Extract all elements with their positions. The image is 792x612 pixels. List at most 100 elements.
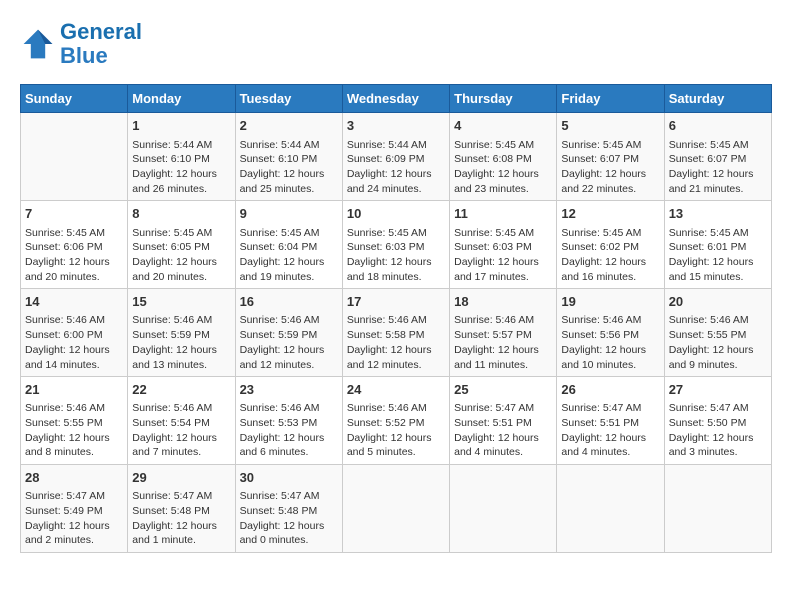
cell-content-line: and 20 minutes. <box>25 270 123 285</box>
cell-content-line: and 26 minutes. <box>132 182 230 197</box>
cell-content-line: Sunset: 6:02 PM <box>561 240 659 255</box>
cell-content-line: Sunrise: 5:45 AM <box>25 226 123 241</box>
cell-content-line: Daylight: 12 hours <box>240 255 338 270</box>
calendar-cell: 9Sunrise: 5:45 AMSunset: 6:04 PMDaylight… <box>235 201 342 289</box>
cell-content-line: Daylight: 12 hours <box>454 167 552 182</box>
calendar-cell: 29Sunrise: 5:47 AMSunset: 5:48 PMDayligh… <box>128 465 235 553</box>
day-number: 14 <box>25 293 123 311</box>
cell-content-line: Sunset: 6:10 PM <box>240 152 338 167</box>
cell-content-line: Sunset: 6:07 PM <box>561 152 659 167</box>
cell-content-line: Daylight: 12 hours <box>561 431 659 446</box>
cell-content-line: Sunrise: 5:46 AM <box>25 401 123 416</box>
calendar-cell: 5Sunrise: 5:45 AMSunset: 6:07 PMDaylight… <box>557 113 664 201</box>
day-number: 30 <box>240 469 338 487</box>
day-number: 16 <box>240 293 338 311</box>
cell-content-line: and 12 minutes. <box>347 358 445 373</box>
cell-content-line: Sunset: 6:10 PM <box>132 152 230 167</box>
calendar-cell: 22Sunrise: 5:46 AMSunset: 5:54 PMDayligh… <box>128 377 235 465</box>
calendar-cell: 12Sunrise: 5:45 AMSunset: 6:02 PMDayligh… <box>557 201 664 289</box>
calendar-cell: 27Sunrise: 5:47 AMSunset: 5:50 PMDayligh… <box>664 377 771 465</box>
cell-content-line: Sunset: 6:03 PM <box>454 240 552 255</box>
cell-content-line: and 0 minutes. <box>240 533 338 548</box>
cell-content-line: and 7 minutes. <box>132 445 230 460</box>
cell-content-line: Sunrise: 5:47 AM <box>561 401 659 416</box>
day-number: 23 <box>240 381 338 399</box>
day-number: 5 <box>561 117 659 135</box>
day-number: 1 <box>132 117 230 135</box>
cell-content-line: and 1 minute. <box>132 533 230 548</box>
cell-content-line: Sunset: 5:58 PM <box>347 328 445 343</box>
calendar-week-1: 1 Sunrise: 5:44 AM Sunset: 6:10 PM Daylight… <box>21 113 772 201</box>
cell-content-line: Sunrise: 5:47 AM <box>25 489 123 504</box>
cell-content-line: and 18 minutes. <box>347 270 445 285</box>
cell-content-line: Daylight: 12 hours <box>132 343 230 358</box>
cell-content-line: and 24 minutes. <box>347 182 445 197</box>
cell-content-line: and 2 minutes. <box>25 533 123 548</box>
calendar-week-5: 28Sunrise: 5:47 AMSunset: 5:49 PMDayligh… <box>21 465 772 553</box>
calendar-cell <box>342 465 449 553</box>
day-number: 29 <box>132 469 230 487</box>
cell-content-line: Sunset: 5:59 PM <box>132 328 230 343</box>
calendar-cell: 4Sunrise: 5:45 AMSunset: 6:08 PMDaylight… <box>450 113 557 201</box>
day-number: 3 <box>347 117 445 135</box>
calendar-cell: 8Sunrise: 5:45 AMSunset: 6:05 PMDaylight… <box>128 201 235 289</box>
day-number: 19 <box>561 293 659 311</box>
calendar-week-3: 14Sunrise: 5:46 AMSunset: 6:00 PMDayligh… <box>21 289 772 377</box>
calendar-cell: 21Sunrise: 5:46 AMSunset: 5:55 PMDayligh… <box>21 377 128 465</box>
day-number: 22 <box>132 381 230 399</box>
cell-content-line: and 17 minutes. <box>454 270 552 285</box>
cell-content-line: Sunrise: 5:44 AM <box>347 138 445 153</box>
cell-content-line: Daylight: 12 hours <box>454 343 552 358</box>
calendar-cell: 24Sunrise: 5:46 AMSunset: 5:52 PMDayligh… <box>342 377 449 465</box>
day-number: 17 <box>347 293 445 311</box>
cell-content-line: Daylight: 12 hours <box>347 431 445 446</box>
header-wednesday: Wednesday <box>342 85 449 113</box>
day-number: 11 <box>454 205 552 223</box>
calendar-cell: 26Sunrise: 5:47 AMSunset: 5:51 PMDayligh… <box>557 377 664 465</box>
cell-content-line: Sunset: 5:51 PM <box>561 416 659 431</box>
cell-content-line: and 8 minutes. <box>25 445 123 460</box>
calendar-cell: 1Sunrise: 5:44 AMSunset: 6:10 PMDaylight… <box>128 113 235 201</box>
cell-content-line: and 4 minutes. <box>454 445 552 460</box>
cell-content-line: Sunset: 6:08 PM <box>454 152 552 167</box>
cell-content-line: and 13 minutes. <box>132 358 230 373</box>
cell-content-line: Sunset: 5:50 PM <box>669 416 767 431</box>
cell-content-line: Daylight: 12 hours <box>669 167 767 182</box>
page-header: General Blue <box>20 20 772 68</box>
day-number: 4 <box>454 117 552 135</box>
day-number: 12 <box>561 205 659 223</box>
calendar-cell <box>557 465 664 553</box>
cell-content-line: Sunset: 6:03 PM <box>347 240 445 255</box>
cell-content-line: and 20 minutes. <box>132 270 230 285</box>
calendar-cell: 7Sunrise: 5:45 AMSunset: 6:06 PMDaylight… <box>21 201 128 289</box>
day-number: 9 <box>240 205 338 223</box>
cell-content-line: Sunset: 5:54 PM <box>132 416 230 431</box>
calendar-cell: 28Sunrise: 5:47 AMSunset: 5:49 PMDayligh… <box>21 465 128 553</box>
cell-content-line: Sunrise: 5:46 AM <box>347 401 445 416</box>
cell-content-line: Daylight: 12 hours <box>669 343 767 358</box>
day-number: 28 <box>25 469 123 487</box>
calendar-cell: 13Sunrise: 5:45 AMSunset: 6:01 PMDayligh… <box>664 201 771 289</box>
cell-content-line: Sunrise: 5:46 AM <box>25 313 123 328</box>
cell-content-line: Daylight: 12 hours <box>454 431 552 446</box>
day-number: 6 <box>669 117 767 135</box>
cell-content-line: Sunrise: 5:45 AM <box>561 226 659 241</box>
cell-content-line: and 12 minutes. <box>240 358 338 373</box>
cell-content-line: Daylight: 12 hours <box>454 255 552 270</box>
cell-content-line: Sunrise: 5:46 AM <box>240 313 338 328</box>
cell-content-line: Sunset: 6:00 PM <box>25 328 123 343</box>
calendar-cell: 17Sunrise: 5:46 AMSunset: 5:58 PMDayligh… <box>342 289 449 377</box>
cell-content-line: Daylight: 12 hours <box>25 431 123 446</box>
cell-content-line: Sunrise: 5:47 AM <box>454 401 552 416</box>
cell-content-line: Sunrise: 5:45 AM <box>454 226 552 241</box>
logo-blue: Blue <box>60 43 108 68</box>
cell-content-line: and 22 minutes. <box>561 182 659 197</box>
cell-content-line: Daylight: 12 hours <box>240 431 338 446</box>
day-number: 2 <box>240 117 338 135</box>
cell-content-line: Sunset: 6:01 PM <box>669 240 767 255</box>
cell-content-line: and 15 minutes. <box>669 270 767 285</box>
calendar-cell: 3Sunrise: 5:44 AMSunset: 6:09 PMDaylight… <box>342 113 449 201</box>
calendar-cell: 19Sunrise: 5:46 AMSunset: 5:56 PMDayligh… <box>557 289 664 377</box>
cell-content-line: and 11 minutes. <box>454 358 552 373</box>
cell-content-line: Sunrise: 5:45 AM <box>669 138 767 153</box>
